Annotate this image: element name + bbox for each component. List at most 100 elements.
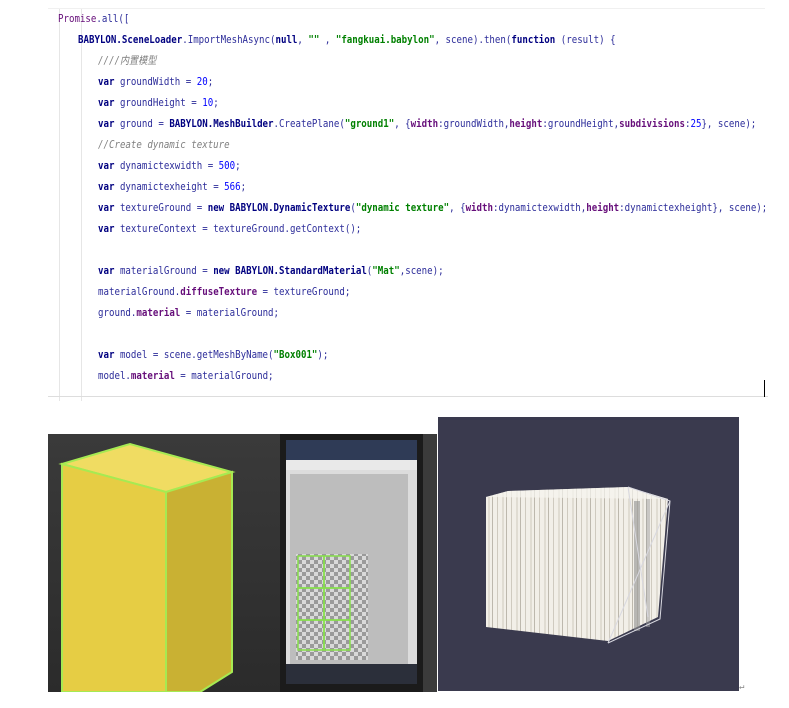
3d-viewport [48,434,280,692]
code-token: BABYLON.DynamicTexture [229,202,351,214]
code-token: new [207,202,225,214]
code-token: , scene).then( [434,34,512,46]
code-line: var groundWidth = 20; [98,72,213,93]
code-token: }, scene); [701,118,757,130]
code-line: var groundHeight = 10; [98,93,219,114]
code-line: var dynamictexheight = 566; [98,177,246,198]
code-token: ,scene); [399,265,444,277]
code-token: textureGround = [114,202,208,214]
code-line: var model = scene.getMeshByName("Box001"… [98,345,328,366]
tablet-screen [286,440,417,684]
code-token: 10 [202,97,214,109]
code-token: (result) { [555,34,616,46]
code-token: new [213,265,230,277]
code-line: ////内置模型 [98,51,156,72]
code-token: BABYLON.SceneLoader [78,34,183,46]
code-token: width [410,118,439,130]
code-line: Promise.all([ [58,9,129,30]
code-token: var [98,97,115,109]
indent-guide [81,9,82,401]
code-token: material [130,370,175,382]
code-line: var dynamictexwidth = 500; [98,156,241,177]
code-token: "" [308,34,320,46]
code-token: ground = [114,118,170,130]
code-line: BABYLON.SceneLoader.ImportMeshAsync(null… [78,30,616,51]
code-token: ; [240,181,247,193]
code-line: var textureContext = textureGround.getCo… [98,219,361,240]
code-token: = materialGround; [180,307,280,319]
code-line: materialGround.diffuseTexture = textureG… [98,282,350,303]
code-token: BABYLON.StandardMaterial [235,265,367,277]
code-token: 20 [196,76,208,88]
code-token: .all([ [96,13,130,25]
code-token: ; [213,97,219,109]
code-token: model = scene.getMeshByName( [114,349,274,361]
code-token: ; [207,76,214,88]
code-token: "ground1" [344,118,395,130]
code-token: groundHeight = [114,97,203,109]
code-token: dynamictexheight = [114,181,225,193]
code-token: var [98,202,115,214]
code-token: "dynamic texture" [355,202,450,214]
code-token: dynamictexwidth = [114,160,219,172]
code-token: :dynamictexwidth, [492,202,587,214]
code-token: ////内置模型 [98,55,157,67]
code-line: var materialGround = new BABYLON.Standar… [98,261,444,282]
code-token: , [319,34,336,46]
code-token: 566 [224,181,241,193]
code-token: :dynamictexheight}, scene); [619,202,765,214]
code-token: .CreatePlane( [273,118,345,130]
code-token: var [98,265,115,277]
code-token: , { [449,202,466,214]
editor-bottom-border [48,396,768,397]
striped-box-render [486,486,671,644]
text-caret [764,380,765,397]
code-token: ; [235,160,241,172]
code-token: groundWidth = [114,76,197,88]
code-token: ); [317,349,329,361]
code-token: "Mat" [372,265,400,277]
code-token: Promise [58,13,97,25]
code-token: 500 [218,160,236,172]
code-token: var [98,349,115,361]
code-line: var ground = BABYLON.MeshBuilder.CreateP… [98,114,756,135]
code-token: material [136,307,181,319]
code-token: = textureGround; [257,286,351,298]
code-editor[interactable]: Promise.all([BABYLON.SceneLoader.ImportM… [48,8,765,401]
code-line: //Create dynamic texture [98,135,230,156]
code-token: var [98,223,115,235]
code-line: model.material = materialGround; [98,366,274,387]
code-token: var [98,181,115,193]
code-token: diffuseTexture [180,286,258,298]
code-token: width [465,202,493,214]
code-token: BABYLON.MeshBuilder [169,118,274,130]
code-line: var textureGround = new BABYLON.DynamicT… [98,198,765,219]
code-token: textureContext = textureGround.getContex… [114,223,362,235]
yellow-box-model [58,442,236,692]
code-token: = materialGround; [174,370,274,382]
modeling-photo [48,434,437,692]
code-token: var [98,160,115,172]
code-token: 25 [690,118,702,130]
code-token: height [509,118,543,130]
uv-editor-screen [286,440,417,684]
code-token: materialGround = [114,265,214,277]
code-token: null [275,34,298,46]
code-line: ground.material = materialGround; [98,303,279,324]
code-token: var [98,118,115,130]
code-token: model. [98,370,131,382]
code-token: , { [394,118,411,130]
code-token: height [586,202,620,214]
paragraph-mark-icon: ↵ [739,682,745,692]
code-token: :groundWidth, [438,118,510,130]
code-token: ground. [98,307,137,319]
indent-guide [59,9,60,401]
code-token: materialGround. [98,286,181,298]
code-token: , [297,34,309,46]
code-token: "Box001" [273,349,318,361]
background-monitor [423,434,437,692]
code-token: var [98,76,115,88]
code-token: .ImportMeshAsync( [182,34,276,46]
code-token: "fangkuai.babylon" [335,34,435,46]
code-token: :groundHeight, [542,118,620,130]
